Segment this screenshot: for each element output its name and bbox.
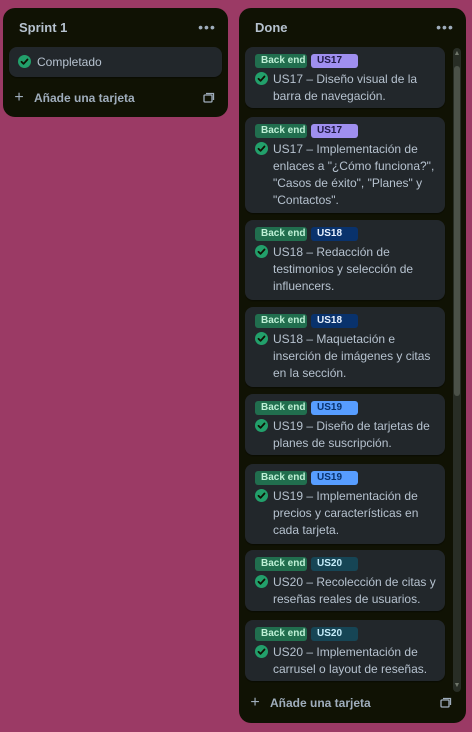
card[interactable]: Back end US19 US19 – Implementación de pre… xyxy=(245,464,445,544)
check-circle-icon[interactable] xyxy=(255,142,268,155)
check-circle-icon[interactable] xyxy=(255,419,268,432)
label-user-story[interactable]: US18 xyxy=(311,314,358,328)
label-backend[interactable]: Back end xyxy=(255,557,307,571)
list-title[interactable]: Done xyxy=(255,20,288,35)
card-labels: Back end US18 xyxy=(255,314,358,328)
card-title: US19 – Diseño de tarjetas de planes de s… xyxy=(273,419,430,450)
label-user-story[interactable]: US19 xyxy=(311,471,358,485)
scroll-down-icon[interactable]: ▼ xyxy=(453,682,461,690)
label-backend[interactable]: Back end xyxy=(255,471,307,485)
card-template-icon[interactable] xyxy=(440,696,454,710)
card-labels: Back end US19 xyxy=(255,471,358,485)
card-title: US17 – Diseño visual de la barra de nave… xyxy=(273,72,418,103)
card[interactable]: Back end US18 US18 – Redacción de testimon… xyxy=(245,220,445,300)
card-template-icon[interactable] xyxy=(203,91,217,105)
card-title: US19 – Implementación de precios y carac… xyxy=(273,489,419,537)
label-backend[interactable]: Back end xyxy=(255,314,307,328)
card-labels: Back end US20 xyxy=(255,557,358,571)
card-list: Back end US17 US17 – Diseño visual de la b… xyxy=(245,47,446,691)
card[interactable]: Back end US18 US18 – Maquetación e inserci… xyxy=(245,307,445,387)
label-user-story[interactable]: US17 xyxy=(311,54,358,68)
list-header: Sprint 1 ••• xyxy=(3,8,228,46)
list-menu-ellipsis-icon[interactable]: ••• xyxy=(194,15,220,39)
card-labels: Back end US17 xyxy=(255,54,358,68)
card[interactable]: Completado xyxy=(9,47,222,77)
card-labels: Back end US17 xyxy=(255,124,358,138)
scroll-up-icon[interactable]: ▲ xyxy=(453,50,461,58)
check-circle-icon[interactable] xyxy=(18,55,31,68)
card[interactable]: Back end US20 US20 – Implementación de car… xyxy=(245,620,445,681)
check-circle-icon[interactable] xyxy=(255,245,268,258)
check-circle-icon[interactable] xyxy=(255,332,268,345)
label-user-story[interactable]: US20 xyxy=(311,557,358,571)
plus-icon: + xyxy=(14,89,24,106)
label-backend[interactable]: Back end xyxy=(255,227,307,241)
label-backend[interactable]: Back end xyxy=(255,401,307,415)
label-backend[interactable]: Back end xyxy=(255,124,307,138)
add-card-label: Añade una tarjeta xyxy=(270,696,371,710)
label-backend[interactable]: Back end xyxy=(255,54,307,68)
label-backend[interactable]: Back end xyxy=(255,627,307,641)
card-title: US18 – Maquetación e inserción de imágen… xyxy=(273,332,431,380)
add-card-button[interactable]: + Añade una tarjeta xyxy=(245,689,371,717)
card-labels: Back end US19 xyxy=(255,401,358,415)
card[interactable]: Back end US17 US17 – Diseño visual de la b… xyxy=(245,47,445,108)
check-circle-icon[interactable] xyxy=(255,72,268,85)
card[interactable]: Back end US17 US17 – Implementación de enl… xyxy=(245,117,445,213)
list-menu-ellipsis-icon[interactable]: ••• xyxy=(432,15,458,39)
card-labels: Back end US18 xyxy=(255,227,358,241)
card-labels: Back end US20 xyxy=(255,627,358,641)
check-circle-icon[interactable] xyxy=(255,489,268,502)
list-scrollbar[interactable]: ▲ ▼ xyxy=(453,48,461,692)
card-title: US20 – Implementación de carrusel o layo… xyxy=(273,645,428,676)
list-header: Done ••• xyxy=(239,8,466,46)
check-circle-icon[interactable] xyxy=(255,575,268,588)
check-circle-icon[interactable] xyxy=(255,645,268,658)
card[interactable]: Back end US20 US20 – Recolección de citas … xyxy=(245,550,445,611)
card-title: US20 – Recolección de citas y reseñas re… xyxy=(273,575,436,606)
label-user-story[interactable]: US19 xyxy=(311,401,358,415)
list-sprint-1: Sprint 1 ••• Completado + Añade una tarj… xyxy=(3,8,228,117)
card-title: Completado xyxy=(37,55,102,69)
card-title: US17 – Implementación de enlaces a "¿Cóm… xyxy=(273,142,435,207)
add-card-label: Añade una tarjeta xyxy=(34,91,135,105)
label-user-story[interactable]: US17 xyxy=(311,124,358,138)
list-done: Done ••• Back end US17 US17 – Diseño visua… xyxy=(239,8,466,723)
label-user-story[interactable]: US20 xyxy=(311,627,358,641)
add-card-button[interactable]: + Añade una tarjeta xyxy=(9,84,135,112)
scrollbar-thumb[interactable] xyxy=(454,66,460,396)
card[interactable]: Back end US19 US19 – Diseño de tarjetas de… xyxy=(245,394,445,455)
list-title[interactable]: Sprint 1 xyxy=(19,20,67,35)
plus-icon: + xyxy=(250,694,260,711)
label-user-story[interactable]: US18 xyxy=(311,227,358,241)
card-title: US18 – Redacción de testimonios y selecc… xyxy=(273,245,414,293)
